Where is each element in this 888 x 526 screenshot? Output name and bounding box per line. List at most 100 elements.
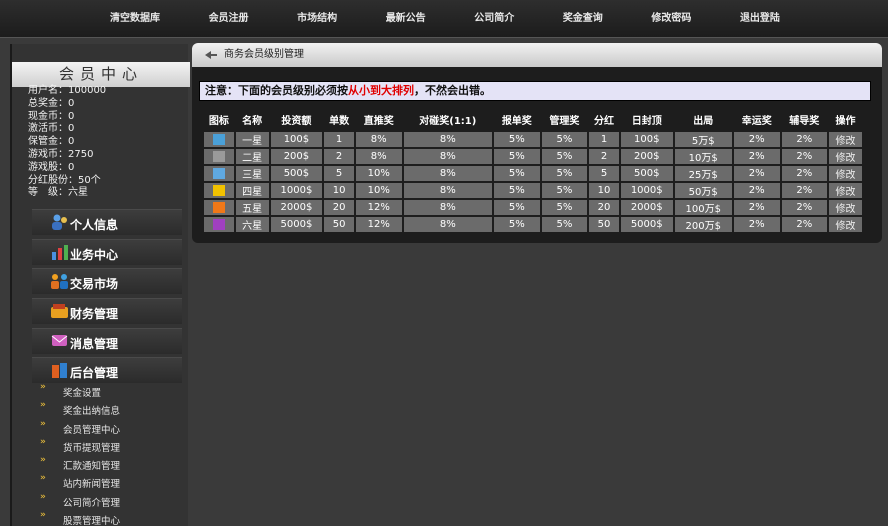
user-info-line: 游戏币：2750: [28, 148, 94, 160]
table-cell: 5: [322, 164, 356, 183]
nav-item[interactable]: 会员注册: [199, 9, 259, 29]
user-info-line: 现金币：0: [28, 110, 75, 122]
table-cell: 10%: [353, 181, 404, 200]
sidebar-title: 会员中心: [12, 62, 190, 87]
table-cell: 2%: [731, 215, 782, 234]
table-cell: 8%: [401, 198, 495, 217]
sidebar-item-1[interactable]: 业务中心: [32, 238, 182, 265]
double-arrow-icon: »: [40, 400, 46, 411]
table-cell: 8%: [401, 215, 495, 234]
table-cell: 1000$: [618, 181, 675, 200]
column-header: 日封顶: [619, 109, 674, 131]
double-arrow-icon: »: [40, 436, 46, 447]
table-cell: 六星: [233, 215, 271, 234]
panel-title: 商务会员级别管理: [224, 49, 304, 60]
submenu-item[interactable]: » 汇款通知管理: [40, 455, 180, 473]
submenu-item[interactable]: » 公司简介管理: [40, 492, 180, 510]
table-cell: 10: [322, 181, 356, 200]
submenu-item[interactable]: » 会员管理中心: [40, 419, 180, 437]
level-icon: [212, 184, 225, 196]
message-icon: [50, 332, 70, 350]
double-arrow-icon: »: [40, 473, 46, 484]
edit-link[interactable]: 修改: [827, 181, 864, 200]
edit-link[interactable]: 修改: [827, 130, 864, 149]
level-icon-cell: [202, 164, 236, 183]
nav-item[interactable]: 修改密码: [641, 9, 701, 29]
level-table: 图标 名称 投资额 单数 直推奖 对碰奖(1:1) 报单奖 管理奖 分红 日封顶 出局 幸运奖 辅导奖操…: [202, 109, 864, 234]
table-cell: 5%: [492, 130, 542, 149]
table-cell: 2000$: [618, 198, 675, 217]
table-cell: 2%: [779, 181, 830, 200]
edit-link[interactable]: 修改: [827, 164, 864, 183]
table-cell: 2%: [731, 147, 782, 166]
notice-bar: 注意：下面的会员级别必须按从小到大排列，不然会出错。: [199, 81, 871, 101]
sidebar-item-2[interactable]: 交易市场: [32, 268, 182, 295]
submenu-item[interactable]: » 奖金出纳信息: [40, 400, 180, 418]
column-header: 幸运奖: [732, 109, 781, 131]
user-info-line: 激活币：0: [28, 123, 75, 135]
column-header: 管理奖: [540, 109, 589, 131]
table-cell: 2%: [779, 130, 830, 149]
user-info-line: 游戏股：0: [28, 161, 75, 173]
submenu-label: 股票管理中心: [63, 516, 121, 526]
submenu-item[interactable]: » 货币提现管理: [40, 437, 180, 455]
submenu-item[interactable]: » 股票管理中心: [40, 510, 180, 526]
table-cell: 2%: [731, 164, 782, 183]
table-cell: 五星: [233, 198, 271, 217]
sidebar-item-5[interactable]: 后台管理: [32, 357, 182, 384]
user-info-line: 保管金：0: [28, 136, 75, 148]
sidebar-item-0[interactable]: 个人信息: [32, 209, 182, 235]
sidebar-item-label: 财务管理: [70, 307, 119, 322]
table-cell: 12%: [353, 215, 404, 234]
table-cell: 二星: [233, 147, 271, 166]
table-cell: 100万$: [672, 198, 734, 217]
table-cell: 四星: [233, 181, 271, 200]
table-cell: 5万$: [672, 130, 734, 149]
table-cell: 200万$: [672, 215, 734, 234]
table-cell: 2%: [731, 181, 782, 200]
column-header: 图标: [203, 109, 235, 131]
user-info: 用户名：100000 总奖金：0 现金币：0 激活币：0 保管金：0 游戏币：2750 游戏…: [28, 85, 188, 200]
table-cell: 5%: [539, 130, 590, 149]
column-header: 名称: [234, 109, 270, 131]
submenu-label: 奖金设置: [63, 388, 102, 399]
double-arrow-icon: »: [40, 455, 46, 466]
table-cell: 8%: [401, 164, 495, 183]
sidebar-menu: 个人信息业务中心交易市场财务管理消息管理后台管理: [32, 209, 182, 387]
arrow-icon: [205, 51, 217, 59]
double-arrow-icon: »: [40, 510, 46, 521]
level-icon: [212, 167, 225, 179]
submenu-item[interactable]: » 站内新闻管理: [40, 473, 180, 491]
submenu-item[interactable]: » 奖金设置: [40, 382, 180, 400]
nav-item[interactable]: 奖金查询: [553, 9, 613, 29]
table-cell: 2%: [731, 130, 782, 149]
table-cell: 5%: [492, 147, 542, 166]
table-row: 四星 1000$ 10 10% 8% 5% 5% 10 1000$ 50万$ 2% 2% 修改: [202, 181, 864, 200]
people-icon: [50, 272, 70, 290]
table-cell: 5%: [492, 198, 542, 217]
level-icon: [212, 133, 225, 145]
table-header-row: 图标 名称 投资额 单数 直推奖 对碰奖(1:1) 报单奖 管理奖 分红 日封顶 出局 幸运奖 辅导奖操…: [203, 109, 863, 131]
sidebar-item-4[interactable]: 消息管理: [32, 327, 182, 354]
nav-item[interactable]: 公司简介: [464, 9, 524, 29]
edit-link[interactable]: 修改: [827, 147, 864, 166]
level-icon: [212, 150, 225, 162]
edit-link[interactable]: 修改: [827, 215, 864, 234]
submenu-label: 公司简介管理: [63, 497, 121, 509]
table-cell: 8%: [401, 147, 495, 166]
double-arrow-icon: »: [40, 491, 46, 502]
notice-suffix: ，不然会出错。: [414, 84, 491, 97]
table-row: 六星 5000$ 50 12% 8% 5% 5% 50 5000$ 200万$ 2% 2% 修改: [202, 215, 864, 234]
nav-item[interactable]: 退出登陆: [730, 9, 790, 29]
column-header: 操作: [828, 109, 863, 131]
table-cell: 5%: [492, 181, 542, 200]
edit-link[interactable]: 修改: [827, 198, 864, 217]
sidebar-item-3[interactable]: 财务管理: [32, 298, 182, 325]
nav-item[interactable]: 市场结构: [287, 9, 347, 29]
nav-item[interactable]: 清空数据库: [100, 9, 170, 29]
submenu-label: 奖金出纳信息: [63, 406, 121, 418]
column-header: 单数: [323, 109, 355, 131]
table-cell: 200$: [268, 147, 325, 166]
table-cell: 5%: [539, 147, 590, 166]
nav-item[interactable]: 最新公告: [376, 9, 436, 29]
